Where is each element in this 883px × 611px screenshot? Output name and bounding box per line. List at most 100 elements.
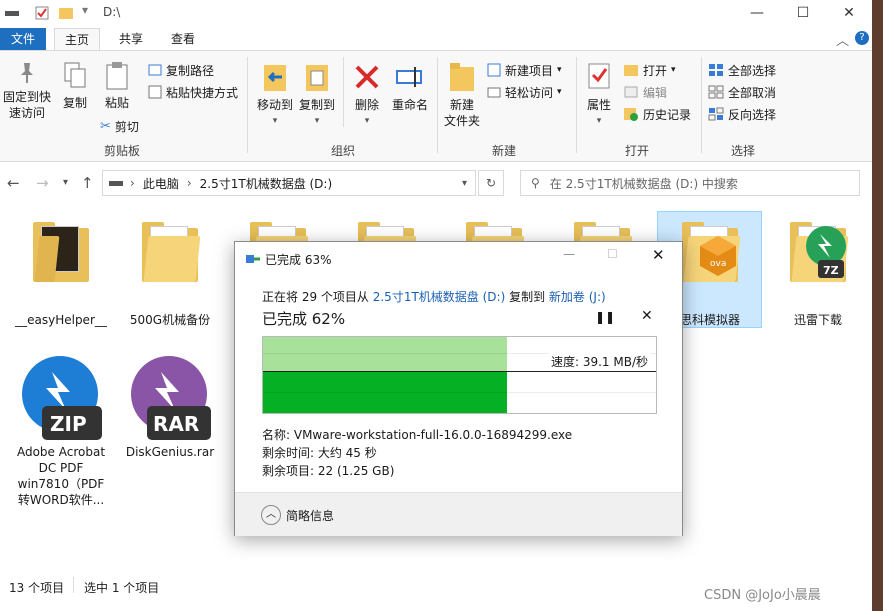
copy-progress-icon <box>246 255 260 263</box>
forward-arrow-icon[interactable]: → <box>36 174 49 192</box>
desktop-background-strip <box>872 0 883 611</box>
history-icon <box>624 108 638 121</box>
source-link[interactable]: 2.5寸1T机械数据盘 (D:) <box>373 290 506 304</box>
paste-button[interactable]: 粘贴 <box>100 61 134 111</box>
delete-button[interactable]: 删除 ▾ <box>349 61 385 129</box>
delete-dropdown-icon: ▾ <box>364 116 370 126</box>
properties-check-icon[interactable] <box>34 5 50 21</box>
tab-share[interactable]: 共享 <box>108 28 154 50</box>
properties-button[interactable]: 属性 ▾ <box>582 61 616 129</box>
file-item-xunlei[interactable]: 7Z 迅雷下载 <box>768 222 868 328</box>
items-remaining: 剩余项目: 22 (1.25 GB) <box>262 464 395 478</box>
delete-label: 删除 <box>354 98 379 112</box>
up-arrow-icon[interactable]: ↑ <box>81 174 94 192</box>
properties-label: 属性 <box>586 98 611 112</box>
pin-label-2: 速访问 <box>8 106 45 120</box>
svg-text:ZIP: ZIP <box>50 412 87 436</box>
refresh-icon[interactable]: ↻ <box>478 170 504 196</box>
select-none-button[interactable]: 全部取消 <box>708 82 776 102</box>
svg-text:7Z: 7Z <box>823 264 839 277</box>
rename-icon <box>396 67 422 87</box>
recent-locations-icon[interactable]: ▾ <box>63 177 68 188</box>
select-group-label: 选择 <box>731 144 756 158</box>
tab-file[interactable]: 文件 <box>0 28 46 50</box>
file-item-500g[interactable]: 500G机械备份 <box>120 222 220 328</box>
pin-quick-access-button[interactable]: 固定到快 速访问 <box>2 61 52 121</box>
maximize-button[interactable]: ☐ <box>780 0 826 26</box>
close-button[interactable]: ✕ <box>826 0 872 26</box>
copy-path-icon <box>148 64 162 76</box>
file-name-line: win7810（PDF <box>17 477 105 491</box>
organize-group-label: 组织 <box>331 144 356 158</box>
ribbon-separator <box>437 57 438 153</box>
breadcrumb-this-pc[interactable]: 此电脑 <box>143 175 179 192</box>
cut-button[interactable]: ✂ 剪切 <box>100 116 139 136</box>
tab-view[interactable]: 查看 <box>160 28 206 50</box>
navigation-bar: ← → ▾ ↑ › 此电脑 › 2.5寸1T机械数据盘 (D:) ▾ ↻ ⚲ 在… <box>0 166 872 200</box>
move-to-button[interactable]: 移动到 ▾ <box>255 61 295 129</box>
folder-icon: ova <box>682 222 741 282</box>
new-folder-icon[interactable] <box>58 5 74 21</box>
fewer-details-label[interactable]: 简略信息 <box>286 507 334 524</box>
paste-shortcut-button[interactable]: 粘贴快捷方式 <box>148 82 238 102</box>
dialog-close-button[interactable]: ✕ <box>652 246 665 264</box>
copy-to-icon <box>306 65 328 91</box>
ribbon: 固定到快 速访问 复制 粘贴 复制路径 粘贴快捷方式 ✂ 剪切 剪贴板 移动到 … <box>0 50 872 162</box>
properties-dropdown-icon: ▾ <box>596 116 602 126</box>
svg-text:ova: ova <box>710 259 726 269</box>
edit-button[interactable]: 编辑 <box>623 82 667 102</box>
destination-link[interactable]: 新加卷 (J:) <box>549 290 606 304</box>
quick-access-dropdown-icon[interactable]: ▾ <box>82 3 88 17</box>
file-item-easyhelper[interactable]: __easyHelper__ <box>11 222 111 328</box>
pause-button[interactable]: ❚❚ <box>595 310 615 324</box>
cut-label: 剪切 <box>114 119 139 134</box>
history-label: 历史记录 <box>643 107 692 122</box>
copy-to-button[interactable]: 复制到 ▾ <box>297 61 337 129</box>
copy-label: 复制 <box>62 96 87 110</box>
drive-icon <box>109 181 123 186</box>
open-folder-icon <box>624 65 638 76</box>
help-icon[interactable]: ? <box>855 31 869 45</box>
history-button[interactable]: 历史记录 <box>623 104 691 124</box>
tab-home[interactable]: 主页 <box>54 28 100 50</box>
back-arrow-icon[interactable]: ← <box>7 174 20 192</box>
invert-selection-icon <box>708 107 724 121</box>
ribbon-separator <box>343 57 344 127</box>
new-item-button[interactable]: 新建项目 ▾ <box>487 60 562 80</box>
address-bar[interactable]: › 此电脑 › 2.5寸1T机械数据盘 (D:) ▾ <box>102 170 476 196</box>
new-folder-button[interactable]: 新建 文件夹 <box>442 61 482 129</box>
invert-selection-button[interactable]: 反向选择 <box>708 104 776 124</box>
folder-icon <box>33 222 89 282</box>
rename-button[interactable]: 重命名 <box>388 61 432 113</box>
new-item-icon <box>487 63 501 77</box>
ribbon-tabs: 文件 主页 共享 查看 ︿ ? <box>0 28 872 50</box>
open-button[interactable]: 打开 ▾ <box>623 60 676 80</box>
copy-path-button[interactable]: 复制路径 <box>148 60 214 80</box>
new-folder-label-2: 文件夹 <box>443 114 480 128</box>
clipboard-group-label: 剪贴板 <box>104 144 141 158</box>
cancel-copy-button[interactable]: ✕ <box>641 308 653 324</box>
minimize-button[interactable]: — <box>734 0 780 26</box>
breadcrumb-drive-d[interactable]: 2.5寸1T机械数据盘 (D:) <box>200 175 333 192</box>
easy-access-button[interactable]: 轻松访问 ▾ <box>487 82 562 102</box>
collapse-ribbon-icon[interactable]: ︿ <box>836 30 849 49</box>
watermark: CSDN @JoJo小晨晨 <box>704 588 821 603</box>
file-item-diskgenius-rar[interactable]: RAR DiskGenius.rar <box>120 354 220 460</box>
dialog-title-bar: 已完成 63% — ☐ ✕ <box>235 242 682 274</box>
copy-to-dropdown-icon: ▾ <box>314 116 320 126</box>
breadcrumb-separator-icon: › <box>186 176 192 190</box>
window-title: D:\ <box>103 5 121 19</box>
copy-button[interactable]: 复制 <box>58 61 92 111</box>
dialog-minimize-button[interactable]: — <box>563 247 575 261</box>
select-all-button[interactable]: 全部选择 <box>708 60 776 80</box>
folder-icon: 7Z <box>790 222 849 282</box>
copy-description: 正在将 29 个项目从 2.5寸1T机械数据盘 (D:) 复制到 新加卷 (J:… <box>262 288 606 305</box>
file-item-adobe-acrobat-zip[interactable]: ZIP Adobe Acrobat DC PDF win7810（PDF 转WO… <box>11 354 111 508</box>
collapse-details-icon[interactable]: ︿ <box>261 505 281 525</box>
open-group-label: 打开 <box>625 144 650 158</box>
paste-icon <box>106 62 128 90</box>
delete-x-icon <box>355 65 379 89</box>
copy-prefix: 正在将 29 个项目从 <box>262 290 369 304</box>
address-dropdown-icon[interactable]: ▾ <box>462 178 467 189</box>
search-input[interactable]: ⚲ 在 2.5寸1T机械数据盘 (D:) 中搜索 <box>520 170 860 196</box>
